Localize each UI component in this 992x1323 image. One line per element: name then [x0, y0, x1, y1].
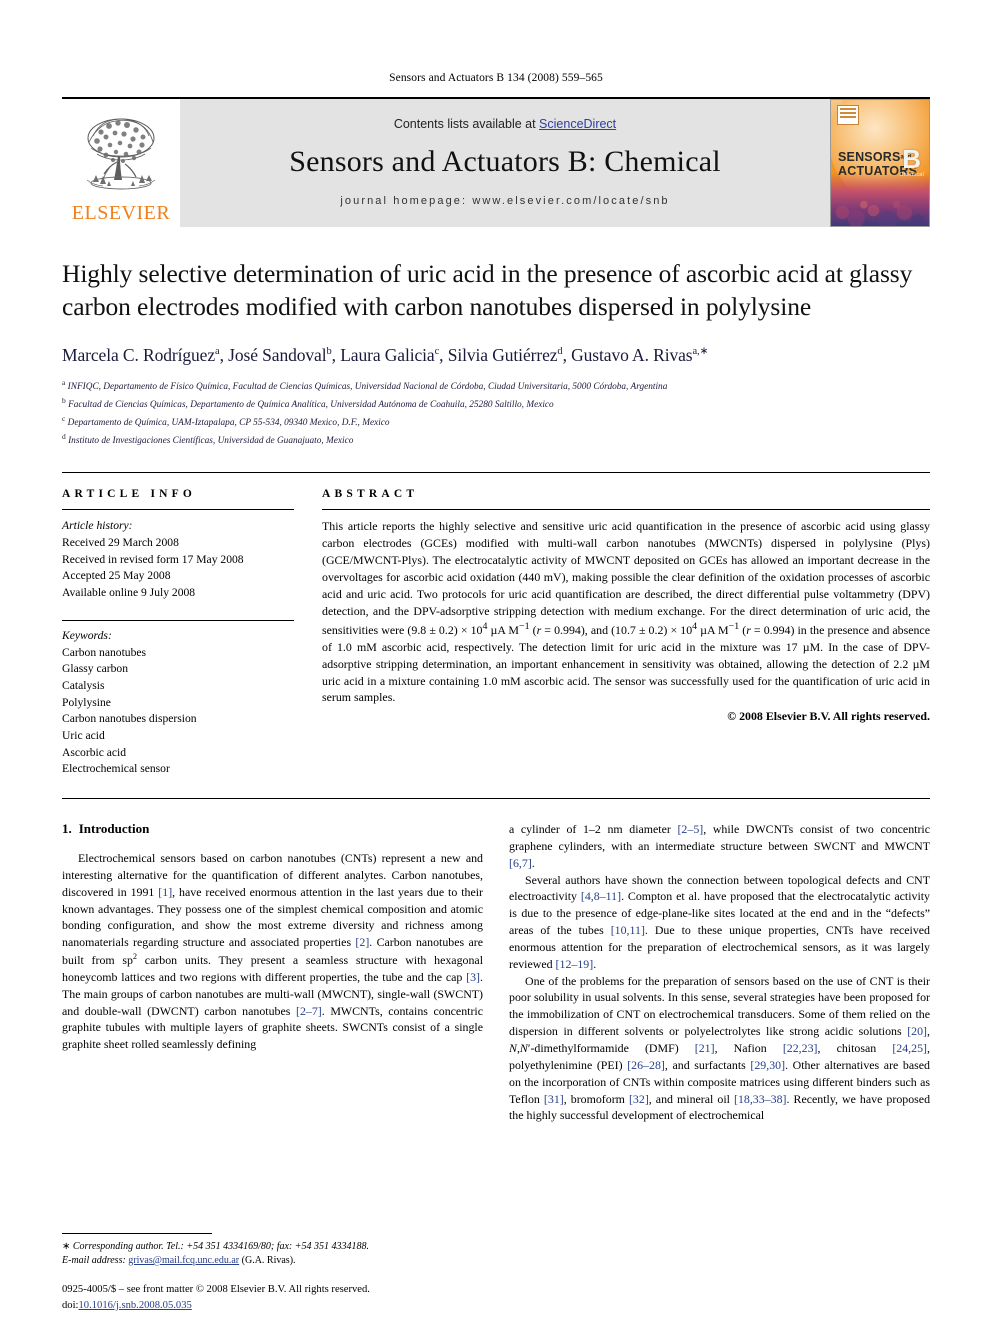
cover-elsevier-mark-icon — [837, 105, 859, 125]
masthead-center: Contents lists available at ScienceDirec… — [180, 99, 830, 227]
keyword-item: Glassy carbon — [62, 662, 129, 676]
sciencedirect-link[interactable]: ScienceDirect — [539, 117, 616, 131]
doi-line: doi:10.1016/j.snb.2008.05.035 — [62, 1298, 370, 1313]
corresponding-author-note: ∗ Corresponding author. Tel.: +54 351 43… — [62, 1240, 369, 1252]
elsevier-wordmark: ELSEVIER — [71, 202, 171, 224]
affiliation-list: a INFIQC, Departamento de Físico Química… — [62, 377, 930, 449]
contents-available-line: Contents lists available at ScienceDirec… — [394, 117, 616, 131]
imprint-block: 0925-4005/$ – see front matter © 2008 El… — [62, 1282, 370, 1313]
body-paragraph: a cylinder of 1–2 nm diameter [2–5], whi… — [509, 822, 930, 870]
body-columns: 1. Introduction Electrochemical sensors b… — [62, 821, 930, 1124]
introduction-heading: 1. Introduction — [62, 821, 483, 837]
affiliation-text: INFIQC, Departamento de Físico Química, … — [67, 382, 668, 393]
info-abstract-row: ARTICLE INFO Article history: Received 2… — [62, 473, 930, 778]
journal-masthead: ELSEVIER Contents lists available at Sci… — [62, 97, 930, 227]
email-link[interactable]: grivas@mail.fcq.unc.edu.ar — [128, 1255, 239, 1266]
article-history-label: Article history: — [62, 519, 133, 533]
abstract-rule — [322, 509, 930, 511]
keyword-item: Ascorbic acid — [62, 745, 127, 759]
body-paragraph: One of the problems for the preparation … — [509, 973, 931, 1123]
keyword-item: Catalysis — [62, 678, 105, 692]
running-head: Sensors and Actuators B 134 (2008) 559–5… — [389, 72, 603, 84]
body-paragraph: Electrochemical sensors based on carbon … — [62, 851, 484, 1052]
body-divider — [62, 798, 930, 800]
section-number: 1. — [62, 821, 72, 837]
keyword-item: Electrochemical sensor — [62, 762, 170, 776]
author-list: Marcela C. Rodrígueza, José Sandovalb, L… — [62, 345, 709, 366]
article-info-rule — [62, 509, 294, 511]
contents-prefix: Contents lists available at — [393, 117, 540, 131]
section-title: Introduction — [78, 821, 150, 837]
history-item: Received 29 March 2008 — [62, 536, 179, 550]
abstract-heading: ABSTRACT — [322, 488, 419, 501]
affiliation-text: Departamento de Química, UAM-Iztapalapa,… — [67, 418, 390, 429]
page-title: Highly selective determination of uric a… — [62, 259, 913, 322]
keywords-label: Keywords: — [62, 628, 112, 642]
email-owner: (G.A. Rivas). — [241, 1254, 296, 1266]
affiliation-marker: b — [62, 396, 66, 406]
history-item: Accepted 25 May 2008 — [62, 569, 171, 583]
cover-line1: SENSORS — [838, 150, 901, 164]
article-info-heading: ARTICLE INFO — [62, 488, 197, 501]
affiliation-text: Facultad de Ciencias Químicas, Departame… — [68, 400, 554, 411]
abstract-copyright: © 2008 Elsevier B.V. All rights reserved… — [727, 709, 930, 724]
body-column-right: a cylinder of 1–2 nm diameter [2–5], whi… — [509, 821, 930, 1124]
elsevier-logo: ELSEVIER — [62, 99, 180, 227]
keyword-item: Carbon nanotubes dispersion — [62, 712, 197, 726]
abstract-column: ABSTRACT This article reports the highly… — [322, 488, 930, 778]
email-note: E-mail address: grivas@mail.fcq.unc.edu.… — [62, 1254, 487, 1268]
affiliation-marker: c — [62, 414, 66, 424]
doi-label: doi: — [62, 1299, 79, 1311]
history-item: Available online 9 July 2008 — [62, 586, 196, 600]
affiliation-item: b Facultad de Ciencias Químicas, Departa… — [62, 395, 930, 413]
keywords-group: Keywords: Carbon nanotubes Glassy carbon… — [62, 619, 294, 778]
elsevier-tree-icon — [86, 118, 156, 190]
article-history-group: Article history: Received 29 March 2008 … — [62, 518, 294, 601]
keyword-item: Uric acid — [62, 728, 105, 742]
doi-link[interactable]: 10.1016/j.snb.2008.05.035 — [78, 1300, 191, 1311]
affiliation-marker: a — [62, 378, 66, 388]
article-page: Sensors and Actuators B 134 (2008) 559–5… — [0, 0, 992, 1323]
footnote-rule — [62, 1232, 212, 1234]
journal-title: Sensors and Actuators B: Chemical — [289, 145, 721, 178]
keyword-item: Polylysine — [62, 695, 111, 709]
cover-series-letter: B — [902, 144, 921, 174]
footnotes: ∗ Corresponding author. Tel.: +54 351 43… — [62, 1232, 487, 1268]
issn-copyright-line: 0925-4005/$ – see front matter © 2008 El… — [62, 1284, 370, 1296]
affiliation-item: d Instituto de Investigaciones Científic… — [62, 431, 930, 449]
abstract-text: This article reports the highly selectiv… — [322, 519, 930, 705]
affiliation-text: Instituto de Investigaciones Científicas… — [68, 436, 354, 447]
body-column-left: 1. Introduction Electrochemical sensors b… — [62, 821, 483, 1124]
affiliation-item: a INFIQC, Departamento de Físico Química… — [62, 377, 930, 395]
cover-subtitle: Chemical — [899, 172, 924, 178]
journal-cover-thumbnail: SENSORSand ACTUATORS B Chemical — [830, 99, 930, 227]
keywords-rule — [62, 619, 294, 621]
affiliation-marker: d — [62, 432, 66, 442]
journal-homepage-line[interactable]: journal homepage: www.elsevier.com/locat… — [340, 195, 669, 207]
affiliation-item: c Departamento de Química, UAM-Iztapalap… — [62, 413, 930, 431]
history-item: Received in revised form 17 May 2008 — [62, 552, 244, 566]
title-block: Highly selective determination of uric a… — [62, 257, 930, 449]
email-label: E-mail address: — [62, 1254, 126, 1266]
article-info-column: ARTICLE INFO Article history: Received 2… — [62, 488, 294, 778]
keyword-item: Carbon nanotubes — [62, 645, 147, 659]
body-paragraph: Several authors have shown the connectio… — [509, 872, 931, 971]
